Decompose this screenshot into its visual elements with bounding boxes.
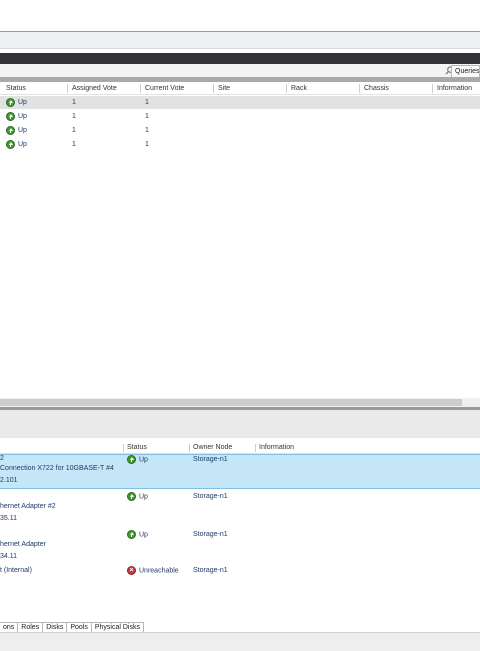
col-header-chassis[interactable]: Chassis (364, 83, 389, 94)
node-assigned-vote: 1 (72, 99, 76, 106)
col-header-information[interactable]: Information (259, 443, 294, 453)
node-status: Up (6, 110, 27, 123)
col-separator[interactable] (123, 444, 124, 452)
node-current-vote: 1 (145, 127, 149, 134)
status-bar (0, 632, 480, 651)
network-address: 34.11 (0, 553, 17, 560)
node-status: Up (6, 138, 27, 151)
status-unreachable-icon: × (127, 566, 136, 575)
top-blank-area (0, 0, 480, 32)
column-header-top-bar (0, 77, 480, 82)
network-name: t (Internal) (0, 567, 32, 574)
node-row[interactable]: Up 1 1 (0, 110, 480, 123)
col-header-assigned-vote[interactable]: Assigned Vote (72, 83, 117, 94)
node-current-vote: 1 (145, 113, 149, 120)
col-header-status[interactable]: Status (6, 83, 26, 94)
status-up-icon (6, 139, 15, 149)
node-assigned-vote: 1 (72, 141, 76, 148)
network-owner-node: Storage-n1 (193, 567, 228, 574)
network-row[interactable] (0, 565, 480, 579)
network-owner-node: Storage-n1 (193, 531, 228, 538)
status-up-icon (127, 492, 136, 501)
network-status: Up (127, 492, 148, 501)
search-toolbar (0, 64, 480, 78)
network-adapter-name: hernet Adapter #2 (0, 503, 56, 510)
network-owner-node: Storage-n1 (193, 493, 228, 500)
node-current-vote: 1 (145, 99, 149, 106)
node-row[interactable]: Up 1 1 (0, 138, 480, 151)
col-separator[interactable] (140, 84, 141, 93)
col-separator[interactable] (359, 84, 360, 93)
status-up-icon (6, 97, 15, 107)
nodes-title-bar (0, 53, 480, 64)
node-status: Up (6, 124, 27, 137)
node-assigned-vote: 1 (72, 127, 76, 134)
col-separator[interactable] (189, 444, 190, 452)
node-status: Up (6, 96, 27, 109)
network-status: Up (127, 530, 148, 539)
network-row[interactable] (0, 528, 480, 564)
col-header-status[interactable]: Status (127, 443, 147, 453)
status-up-icon (6, 111, 15, 121)
node-row[interactable]: Up 1 1 (0, 96, 480, 109)
status-up-icon (127, 530, 136, 539)
network-name-line: 2 (0, 455, 4, 462)
network-adapter-name: Connection X722 for 10GBASE-T #4 (0, 465, 114, 472)
header-divider (0, 94, 480, 95)
header-band (0, 32, 480, 49)
network-row[interactable] (0, 491, 480, 527)
col-separator[interactable] (213, 84, 214, 93)
col-separator[interactable] (67, 84, 68, 93)
network-owner-node: Storage-n1 (193, 456, 228, 463)
status-up-icon (6, 125, 15, 135)
network-address: 35.11 (0, 515, 17, 522)
node-assigned-vote: 1 (72, 113, 76, 120)
network-status: Up (127, 455, 148, 464)
col-separator[interactable] (255, 444, 256, 452)
networks-panel-header (0, 410, 480, 439)
node-current-vote: 1 (145, 141, 149, 148)
col-separator[interactable] (432, 84, 433, 93)
col-header-owner-node[interactable]: Owner Node (193, 443, 232, 453)
col-header-rack[interactable]: Rack (291, 83, 307, 94)
network-address: 2.101 (0, 477, 18, 484)
status-up-icon (127, 455, 136, 464)
col-header-information[interactable]: Information (437, 83, 472, 94)
network-status: × Unreachable (127, 566, 179, 575)
node-row[interactable]: Up 1 1 (0, 124, 480, 137)
network-adapter-name: hernet Adapter (0, 541, 46, 548)
scrollbar-thumb[interactable] (0, 399, 462, 406)
col-separator[interactable] (286, 84, 287, 93)
col-header-current-vote[interactable]: Current Vote (145, 83, 184, 94)
col-header-site[interactable]: Site (218, 83, 230, 94)
